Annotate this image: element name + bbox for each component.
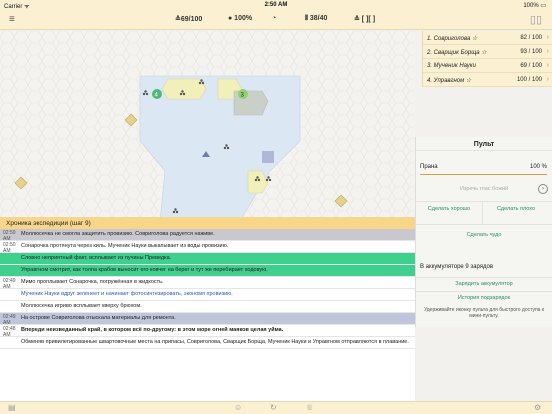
player-score: 100 / 100 [516,77,542,83]
map-ark-square[interactable] [262,151,274,163]
player-name: 2. Сварщик Борщa ☆ [427,50,487,56]
chronicle-entry: Моллюсечка игриво всплывает кверху брюхо… [0,301,415,313]
chronicle-entry: 02:50 AM Сонарочка протянута через киль. … [0,241,415,254]
entry-text: Моллюсечка не смогла защитить провизию. … [21,231,215,237]
settings-icon[interactable]: ⚙ [534,403,541,412]
hex-grid: 4 3 [0,31,415,217]
chronicle-entry: 02:49 AM Мимо проплывает Сонарочка, погру… [0,277,415,290]
trophy-icon[interactable]: ♕ [306,403,313,412]
console-panel: Пульт Прана 100 % Изречь глас божий › Сд… [415,137,552,327]
user-icon[interactable]: ☺ [234,403,242,412]
console-title: Пульт [416,137,552,151]
charge-accumulator-button[interactable]: Зарядить аккумулятор [416,277,552,290]
leaderboard-row[interactable]: 2. Сварщик Борщa ☆ 93 / 100 › [423,45,552,59]
leaderboard: 1. Совриголова ☆ 82 / 100 › 2. Сварщик Б… [422,31,552,87]
status-bar: Carrier ᯤ 2:50 AM 100% ▭ [0,0,552,10]
prana-row: Прана 100 % [420,161,547,175]
charge-history-button[interactable]: История подзарядок [416,291,552,304]
chronicle-entry: 02:50 AM Моллюсечка не смогла защитить пр… [0,229,415,242]
send-voice-icon[interactable]: › [538,184,548,194]
leaderboard-row[interactable]: 4. Упрaвгном ☆ 100 / 100 › [423,73,552,87]
chevron-right-icon: › [546,76,549,83]
console-hint: Удерживайте иконку пульта для быстрого д… [423,307,545,319]
chronicle-entry: Словно неприятный факт, всплывает из пуч… [0,253,415,265]
prana-value: 100 % [529,164,547,170]
player-score: 93 / 100 [520,49,542,55]
do-bad-button[interactable]: Сделать плохо [483,206,549,213]
chronicle-entry: Обменяв привилегированные швартовочные м… [0,337,415,349]
player-score: 82 / 100 [520,35,542,41]
entry-text: Словно неприятный факт, всплывает из пуч… [21,255,172,261]
chronicle-title: Хроника экспедиции (шаг 9) [0,217,415,229]
clock-label: 2:50 AM [264,2,288,8]
refresh-icon[interactable]: ↻ [270,403,277,412]
chronicle: Хроника экспедиции (шаг 9) 02:50 AM Моллю… [0,217,415,401]
miracle-button[interactable]: Сделать чудо [416,232,552,238]
entry-text: Мимо проплывает Сонарочка, погружённая в… [21,279,164,285]
book-icon[interactable]: ▯▯ [530,13,542,26]
battery-label: 100% ▭ [523,3,546,9]
arks-stat[interactable]: ⫴ 38/40 [305,15,327,23]
accumulator-label: В аккумуляторе 9 зарядов [420,264,494,270]
temple-stat[interactable]: ≙69/100 [175,15,202,23]
voice-input[interactable]: Изречь глас божий › [420,184,548,195]
entry-text: Впереди неизведанный край, в котором всё… [21,327,284,333]
chevron-right-icon: › [546,48,549,55]
menu-icon[interactable]: ≡ [9,14,15,25]
entry-text: Упрaвгном смотрит, как толпа крабов выно… [21,267,268,273]
leaderboard-row[interactable]: 3. Мученик Науки 69 / 100 › [423,59,552,73]
list-icon[interactable]: ▤ [8,403,16,412]
bottom-bar: ▤ ☺ ↻ ♕ ⚙ [0,401,552,414]
influence-buttons: Сделать хорошо Сделать плохо [416,201,552,225]
entry-text[interactable]: Мученик Науки вдруг зеленеет и начинает … [21,289,415,300]
chevron-right-icon: › [546,62,549,69]
chevron-right-icon: › [546,34,549,41]
entry-text: Обменяв привилегированные швартовочные м… [21,339,409,345]
chronicle-entry: Мученик Науки вдруг зеленеет и начинает … [0,289,415,301]
player-name: 1. Совриголова ☆ [427,36,478,42]
chronicle-entry: Упрaвгном смотрит, как толпа крабов выно… [0,265,415,277]
player-name: 3. Мученик Науки [427,63,476,69]
prana-stat[interactable]: ● 100% [228,15,252,22]
chronicle-list: 02:50 AM Моллюсечка не смогла защитить пр… [0,229,415,349]
pairs-stat[interactable]: ≙ [ ][ ] [354,15,375,23]
hex-map[interactable]: 4 3 [0,31,415,217]
entry-text: Сонарочка протянута через киль. Мученик … [21,243,229,249]
player-score: 69 / 100 [520,63,542,69]
player-name: 4. Упрaвгном ☆ [427,78,472,84]
prana-label: Прана [420,164,438,170]
top-bar: ≡ ≙69/100 ● 100% ◔ ⫴ 38/40 ≙ [ ][ ] ▯▯ [0,10,552,30]
chronicle-entry: 02:48 AM Впереди неизведанный край, в кот… [0,325,415,338]
voice-placeholder: Изречь глас божий [459,186,509,192]
leaderboard-row[interactable]: 1. Совриголова ☆ 82 / 100 › [423,31,552,45]
clock-icon[interactable]: ◔ [272,15,276,22]
entry-text: Моллюсечка игриво всплывает кверху брюхо… [21,303,142,309]
entry-text: На острове Совриголова отыскала материал… [21,315,176,321]
chronicle-entry: 02:49 AM На острове Совриголова отыскала … [0,313,415,326]
do-good-button[interactable]: Сделать хорошо [416,206,482,213]
